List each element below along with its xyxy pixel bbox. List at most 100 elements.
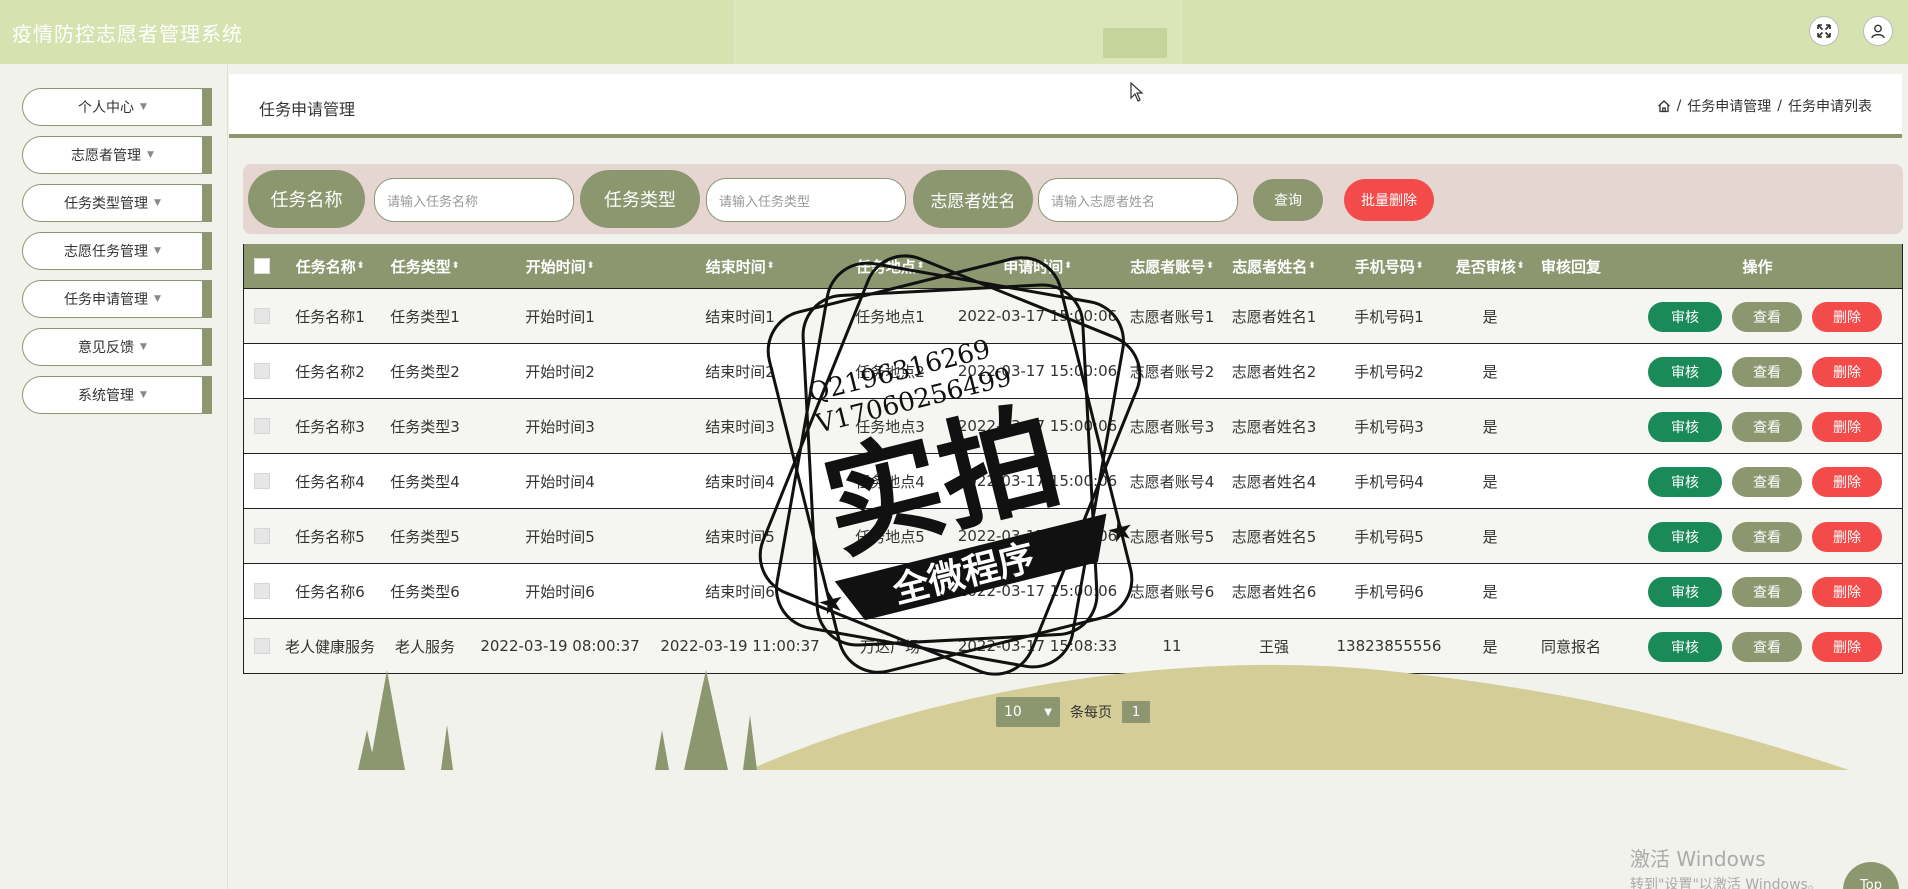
col-label: 结束时间 [705,257,766,276]
cell-phone: 手机号码4 [1354,472,1424,491]
audit-button[interactable]: 审核 [1648,467,1722,497]
batch-delete-button[interactable]: 批量删除 [1344,179,1434,221]
sidebar-item-task-type-management[interactable]: 任务类型管理 ▼ [22,184,212,222]
view-button[interactable]: 查看 [1732,632,1802,662]
cell-reply [1531,564,1611,618]
hill-shape [749,664,1849,770]
delete-button[interactable]: 删除 [1812,412,1882,442]
view-button[interactable]: 查看 [1732,302,1802,332]
cell-task-name: 任务名称6 [295,582,365,601]
view-button[interactable]: 查看 [1732,577,1802,607]
expand-icon[interactable] [1809,16,1839,46]
audit-button[interactable]: 审核 [1648,412,1722,442]
row-checkbox[interactable] [254,308,270,324]
col-apply-time[interactable]: 申请时间 ⬍ [950,244,1125,288]
col-label: 手机号码 [1354,257,1415,276]
col-account[interactable]: 志愿者账号 ⬍ [1125,244,1219,288]
select-all-checkbox[interactable] [254,258,270,274]
chevron-down-icon: ▼ [1044,706,1052,718]
sort-icon: ⬍ [1415,261,1424,271]
col-reply: 审核回复 [1540,257,1601,276]
sort-icon: ⬍ [916,261,925,271]
audit-button[interactable]: 审核 [1648,577,1722,607]
row-checkbox[interactable] [254,363,270,379]
page-number-button[interactable]: 1 [1122,701,1150,723]
cell-volunteer-name: 志愿者姓名1 [1231,307,1317,326]
sidebar-item-personal-center[interactable]: 个人中心 ▼ [22,88,212,126]
cell-phone: 手机号码3 [1354,417,1424,436]
col-phone[interactable]: 手机号码 ⬍ [1329,244,1449,288]
cell-task-type: 任务类型6 [390,582,460,601]
sidebar-item-feedback[interactable]: 意见反馈 ▼ [22,328,212,366]
audit-button[interactable]: 审核 [1648,302,1722,332]
col-volunteer-name[interactable]: 志愿者姓名 ⬍ [1219,244,1329,288]
col-label: 是否审核 [1455,257,1516,276]
page-title: 任务申请管理 [259,100,356,119]
delete-button[interactable]: 删除 [1812,522,1882,552]
tree-shape [655,730,669,770]
view-button[interactable]: 查看 [1732,357,1802,387]
cell-phone: 手机号码6 [1354,582,1424,601]
sort-icon: ⬍ [451,261,460,271]
task-name-input[interactable]: 请输入任务名称 [374,178,574,222]
delete-button[interactable]: 删除 [1812,467,1882,497]
back-to-top-button[interactable]: Top [1843,862,1899,889]
cell-location: 任务地点3 [855,417,925,436]
cell-account: 志愿者账号2 [1129,362,1215,381]
tree-shape [743,715,757,770]
delete-button[interactable]: 删除 [1812,577,1882,607]
sidebar-item-system-management[interactable]: 系统管理 ▼ [22,376,212,414]
pagination: 10 ▼ 条每页 1 [996,697,1150,727]
row-checkbox[interactable] [254,638,270,654]
cell-end-time: 结束时间6 [705,582,775,601]
page-size-select[interactable]: 10 ▼ [996,697,1060,727]
breadcrumb-level1[interactable]: 任务申请管理 [1687,96,1771,116]
delete-button[interactable]: 删除 [1812,302,1882,332]
volunteer-name-label: 志愿者姓名 [913,170,1033,228]
col-task-type[interactable]: 任务类型 ⬍ [380,244,470,288]
cell-reply [1531,454,1611,508]
col-start-time[interactable]: 开始时间 ⬍ [470,244,650,288]
row-checkbox[interactable] [254,583,270,599]
query-button[interactable]: 查询 [1253,179,1323,221]
row-checkbox[interactable] [254,528,270,544]
volunteer-name-input[interactable]: 请输入志愿者姓名 [1038,178,1238,222]
user-icon[interactable] [1863,16,1893,46]
sidebar: 个人中心 ▼ 志愿者管理 ▼ 任务类型管理 ▼ 志愿任务管理 ▼ 任务申请管理 ▼ 意见反… [0,64,228,889]
row-checkbox[interactable] [254,418,270,434]
col-end-time[interactable]: 结束时间 ⬍ [650,244,830,288]
view-button[interactable]: 查看 [1732,522,1802,552]
cell-apply-time: 2022-03-17 15:00:06 [957,472,1118,490]
row-checkbox[interactable] [254,473,270,489]
cell-start-time: 开始时间3 [525,417,595,436]
audit-button[interactable]: 审核 [1648,522,1722,552]
cell-reviewed: 是 [1482,582,1498,601]
col-location[interactable]: 任务地点 ⬍ [830,244,950,288]
col-reviewed[interactable]: 是否审核 ⬍ [1449,244,1531,288]
view-button[interactable]: 查看 [1732,412,1802,442]
cell-apply-time: 2022-03-17 15:00:06 [957,362,1118,380]
cell-account: 志愿者账号6 [1129,582,1215,601]
sidebar-item-label: 意见反馈 [78,340,135,356]
per-page-label: 条每页 [1070,705,1112,721]
caret-down-icon: ▼ [154,246,161,256]
sidebar-item-volunteer-task-management[interactable]: 志愿任务管理 ▼ [22,232,212,270]
home-icon[interactable] [1657,99,1671,113]
breadcrumb-separator: / [1777,98,1782,114]
top-bar: 疫情防控志愿者管理系统 [0,0,1908,64]
delete-button[interactable]: 删除 [1812,357,1882,387]
cell-start-time: 开始时间6 [525,582,595,601]
audit-button[interactable]: 审核 [1648,632,1722,662]
sidebar-item-volunteer-management[interactable]: 志愿者管理 ▼ [22,136,212,174]
col-task-name[interactable]: 任务名称 ⬍ [280,244,380,288]
delete-button[interactable]: 删除 [1812,632,1882,662]
view-button[interactable]: 查看 [1732,467,1802,497]
sidebar-item-label: 志愿任务管理 [64,244,149,260]
search-bar: 任务名称 请输入任务名称 任务类型 请输入任务类型 志愿者姓名 请输入志愿者姓名… [243,164,1903,234]
audit-button[interactable]: 审核 [1648,357,1722,387]
sidebar-item-label: 任务类型管理 [64,196,149,212]
cell-reviewed: 是 [1482,417,1498,436]
task-type-input[interactable]: 请输入任务类型 [706,178,906,222]
sidebar-item-task-application-management[interactable]: 任务申请管理 ▼ [22,280,212,318]
cell-task-type: 任务类型5 [390,527,460,546]
